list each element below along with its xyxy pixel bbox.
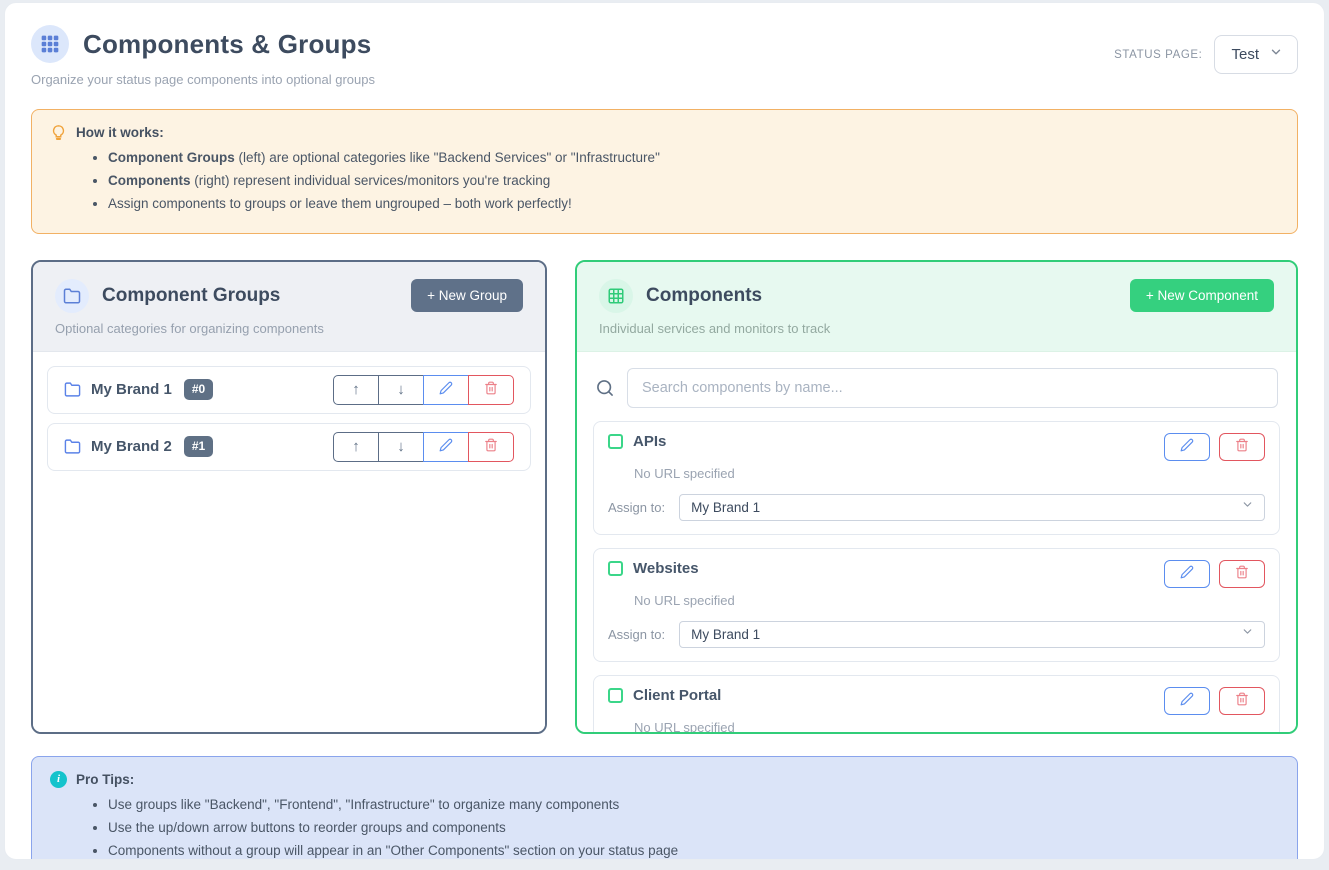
group-row: My Brand 2 #1 ↑ ↓ [47, 423, 531, 471]
trash-icon [1235, 438, 1249, 455]
component-status-checkbox[interactable] [608, 688, 623, 703]
assign-group-select[interactable]: My Brand 1 [679, 621, 1265, 648]
components-list: APIs No URL specified A [577, 352, 1296, 734]
component-card: APIs No URL specified A [593, 421, 1280, 535]
components-panel: Components + New Component Individual se… [575, 260, 1298, 734]
how-it-works-callout: How it works: Component Groups (left) ar… [31, 109, 1298, 234]
page-subtitle: Organize your status page components int… [31, 72, 375, 87]
component-name: Client Portal [633, 687, 721, 704]
group-name: My Brand 1 [91, 381, 172, 398]
trash-icon [1235, 692, 1249, 709]
component-card: Client Portal No URL specified [593, 675, 1280, 734]
status-page-dropdown[interactable]: Test [1214, 35, 1298, 74]
folder-icon [55, 279, 89, 313]
folder-icon [64, 381, 81, 398]
info-icon: i [50, 771, 67, 788]
group-order-badge: #0 [184, 379, 213, 400]
how-it-works-item: Component Groups (left) are optional cat… [108, 149, 1279, 167]
trash-icon [484, 381, 498, 399]
delete-component-button[interactable] [1219, 560, 1265, 588]
page-title: Components & Groups [83, 29, 371, 60]
pro-tips-list: Use groups like "Backend", "Frontend", "… [108, 796, 1279, 860]
pencil-icon [439, 438, 453, 456]
components-title: Components [646, 285, 762, 307]
edit-group-button[interactable] [423, 432, 469, 462]
edit-component-button[interactable] [1164, 560, 1210, 588]
move-up-button[interactable]: ↑ [333, 375, 379, 405]
edit-component-button[interactable] [1164, 433, 1210, 461]
pro-tips-item: Use groups like "Backend", "Frontend", "… [108, 796, 1279, 814]
component-url-status: No URL specified [634, 593, 1265, 608]
status-page-value: Test [1231, 46, 1259, 63]
component-name: Websites [633, 560, 699, 577]
component-groups-title: Component Groups [102, 285, 280, 307]
pro-tips-item: Use the up/down arrow buttons to reorder… [108, 819, 1279, 837]
chevron-down-icon [1269, 45, 1283, 64]
delete-component-button[interactable] [1219, 687, 1265, 715]
folder-icon [64, 438, 81, 455]
group-actions: ↑ ↓ [333, 375, 514, 405]
page-header: Components & Groups Organize your status… [31, 25, 1298, 87]
pencil-icon [439, 381, 453, 399]
trash-icon [1235, 565, 1249, 582]
component-name: APIs [633, 433, 666, 450]
how-it-works-list: Component Groups (left) are optional cat… [108, 149, 1279, 214]
trash-icon [484, 438, 498, 456]
group-actions: ↑ ↓ [333, 432, 514, 462]
component-url-status: No URL specified [634, 466, 1265, 481]
assign-group-select[interactable]: My Brand 1 [679, 494, 1265, 521]
search-icon [595, 378, 615, 398]
group-order-badge: #1 [184, 436, 213, 457]
chevron-down-icon [1241, 625, 1254, 643]
component-groups-list: My Brand 1 #0 ↑ ↓ [33, 352, 545, 732]
components-groups-icon [31, 25, 69, 63]
components-header: Components + New Component Individual se… [577, 262, 1296, 352]
new-component-button[interactable]: + New Component [1130, 279, 1274, 312]
table-grid-icon [599, 279, 633, 313]
page-header-left: Components & Groups Organize your status… [31, 25, 375, 87]
new-group-button[interactable]: + New Group [411, 279, 523, 312]
component-status-checkbox[interactable] [608, 561, 623, 576]
group-name: My Brand 2 [91, 438, 172, 455]
pencil-icon [1180, 438, 1194, 455]
lightbulb-icon [50, 124, 67, 141]
component-groups-header: Component Groups + New Group Optional ca… [33, 262, 545, 352]
status-page-selector: STATUS PAGE: Test [1114, 35, 1298, 74]
delete-component-button[interactable] [1219, 433, 1265, 461]
move-up-button[interactable]: ↑ [333, 432, 379, 462]
assign-to-label: Assign to: [608, 627, 665, 642]
edit-component-button[interactable] [1164, 687, 1210, 715]
delete-group-button[interactable] [468, 432, 514, 462]
status-page-label: STATUS PAGE: [1114, 49, 1202, 61]
delete-group-button[interactable] [468, 375, 514, 405]
how-it-works-item: Assign components to groups or leave the… [108, 195, 1279, 213]
component-status-checkbox[interactable] [608, 434, 623, 449]
page-card: Components & Groups Organize your status… [4, 2, 1325, 860]
how-it-works-item: Components (right) represent individual … [108, 172, 1279, 190]
pro-tips-item: Components without a group will appear i… [108, 842, 1279, 860]
component-groups-panel: Component Groups + New Group Optional ca… [31, 260, 547, 734]
move-down-button[interactable]: ↓ [378, 432, 424, 462]
how-it-works-title: How it works: [76, 125, 164, 140]
components-search-row [593, 368, 1280, 408]
pencil-icon [1180, 692, 1194, 709]
pro-tips-callout: i Pro Tips: Use groups like "Backend", "… [31, 756, 1298, 860]
component-groups-subtitle: Optional categories for organizing compo… [55, 321, 523, 336]
pro-tips-title: Pro Tips: [76, 772, 134, 787]
component-url-status: No URL specified [634, 720, 1265, 734]
pencil-icon [1180, 565, 1194, 582]
assign-to-label: Assign to: [608, 500, 665, 515]
search-components-input[interactable] [627, 368, 1278, 408]
component-card: Websites No URL specified [593, 548, 1280, 662]
chevron-down-icon [1241, 498, 1254, 516]
group-row: My Brand 1 #0 ↑ ↓ [47, 366, 531, 414]
edit-group-button[interactable] [423, 375, 469, 405]
components-subtitle: Individual services and monitors to trac… [599, 321, 1274, 336]
move-down-button[interactable]: ↓ [378, 375, 424, 405]
